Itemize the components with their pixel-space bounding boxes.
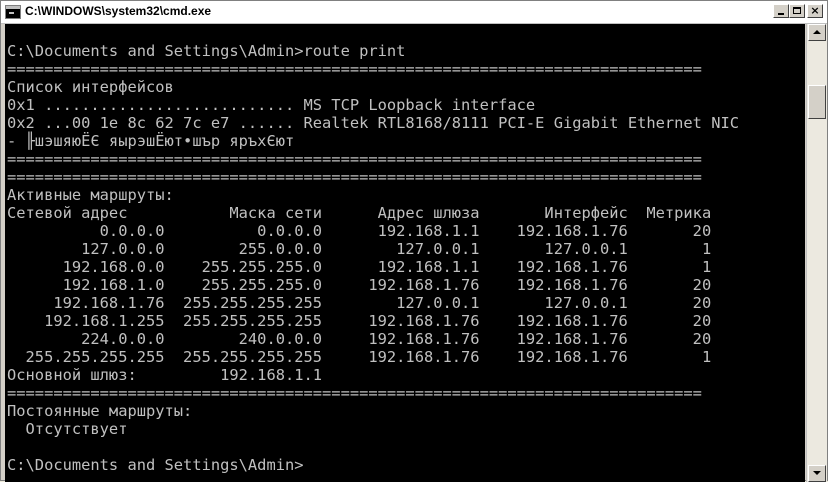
scroll-up-arrow-icon[interactable] <box>808 24 826 41</box>
console-line: Отсутствует <box>7 420 128 438</box>
console-line: 192.168.1.0 255.255.255.0 192.168.1.76 1… <box>7 276 712 294</box>
console-line: ========================================… <box>7 168 702 186</box>
console-line: Список интерфейсов <box>7 78 174 96</box>
console-line: - ╟шэшяюЁЄ яырэшЁют•шър яръхЄют <box>7 132 295 150</box>
scroll-thumb[interactable] <box>808 85 826 119</box>
title-bar[interactable]: C:\WINDOWS\system32\cmd.exe × <box>1 1 827 24</box>
console-line: 0x2 ...00 1e 8c 62 7c e7 ...... Realtek … <box>7 114 740 132</box>
console-line: Активные маршруты: <box>7 186 174 204</box>
maximize-button[interactable] <box>789 4 805 18</box>
console-line: 192.168.1.255 255.255.255.255 192.168.1.… <box>7 312 712 330</box>
console-output[interactable]: C:\Documents and Settings\Admin>route pr… <box>5 24 805 482</box>
console-line: ========================================… <box>7 60 702 78</box>
minimize-button[interactable] <box>773 4 789 18</box>
close-button[interactable]: × <box>807 4 823 18</box>
window-title: C:\WINDOWS\system32\cmd.exe <box>25 4 212 18</box>
close-icon: × <box>810 4 820 17</box>
console-line: Сетевой адрес Маска сети Адрес шлюза Инт… <box>7 204 712 222</box>
console-line: C:\Documents and Settings\Admin> <box>7 456 304 474</box>
console-line: 192.168.0.0 255.255.255.0 192.168.1.1 19… <box>7 258 712 276</box>
console-line: Основной шлюз: 192.168.1.1 <box>7 366 323 384</box>
console-line: ========================================… <box>7 384 702 402</box>
console-line: 0.0.0.0 0.0.0.0 192.168.1.1 192.168.1.76… <box>7 222 712 240</box>
console-line: Постоянные маршруты: <box>7 402 193 420</box>
cmd-icon[interactable] <box>5 5 21 19</box>
console-line: ========================================… <box>7 150 702 168</box>
console-line: 127.0.0.0 255.0.0.0 127.0.0.1 127.0.0.1 … <box>7 240 712 258</box>
console-line: C:\Documents and Settings\Admin>route pr… <box>7 42 406 60</box>
vertical-scrollbar[interactable] <box>806 24 827 482</box>
minimize-icon <box>778 13 784 15</box>
cmd-window: C:\WINDOWS\system32\cmd.exe × C:\Documen… <box>0 0 828 482</box>
console-line: 224.0.0.0 240.0.0.0 192.168.1.76 192.168… <box>7 330 712 348</box>
maximize-icon <box>793 7 801 14</box>
scroll-down-arrow-icon[interactable] <box>808 465 826 482</box>
console-line: 192.168.1.76 255.255.255.255 127.0.0.1 1… <box>7 294 712 312</box>
console-line: 0x1 ........................... MS TCP L… <box>7 96 536 114</box>
console-text: C:\Documents and Settings\Admin>route pr… <box>5 24 805 474</box>
console-line: 255.255.255.255 255.255.255.255 192.168.… <box>7 348 712 366</box>
